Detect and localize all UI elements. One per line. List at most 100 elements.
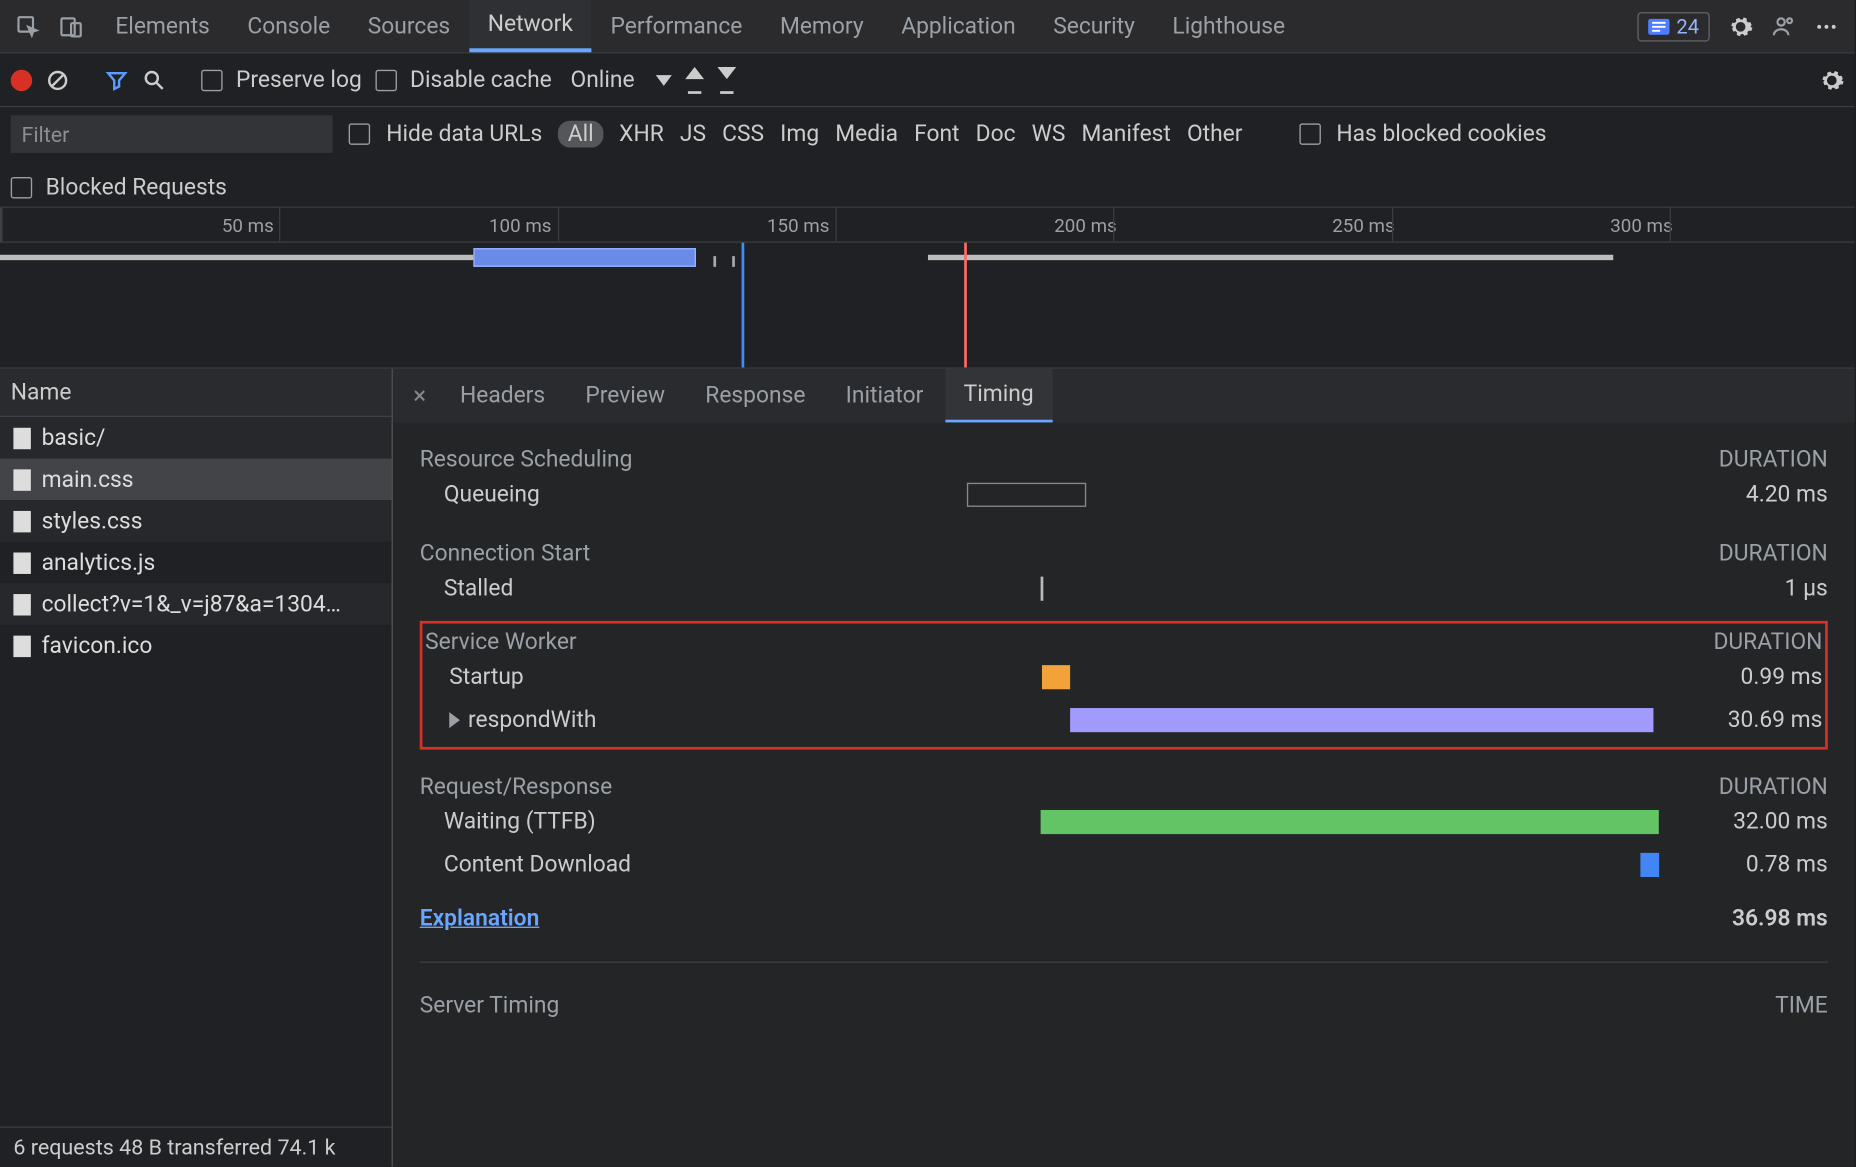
overview-timeline[interactable]: 50 ms 100 ms 150 ms 200 ms 250 ms 300 ms [0,208,1855,369]
request-response-heading: Request/Response [420,774,613,801]
tab-application[interactable]: Application [882,0,1034,52]
clear-icon[interactable] [46,68,70,92]
waiting-value: 32.00 ms [1667,809,1828,836]
blocked-requests-checkbox[interactable] [11,177,32,198]
throttling-select[interactable]: Online [571,66,673,93]
connection-start-heading: Connection Start [420,540,590,567]
download-label: Content Download [420,852,728,879]
requests-header[interactable]: Name [0,369,392,417]
disable-cache-checkbox[interactable] [375,69,396,90]
close-icon[interactable]: × [401,382,439,410]
tab-performance[interactable]: Performance [592,0,761,52]
throttling-value: Online [571,66,635,93]
tab-elements[interactable]: Elements [97,0,229,52]
file-icon [13,635,30,656]
download-value: 0.78 ms [1667,852,1828,879]
timing-row-download: Content Download 0.78 ms [420,843,1828,886]
service-worker-heading: Service Worker [425,629,577,656]
timing-row-queueing: Queueing 4.20 ms [420,473,1828,516]
detail-tab-response[interactable]: Response [687,369,825,423]
timing-row-respondwith[interactable]: respondWith 30.69 ms [425,699,1822,742]
filter-type-js[interactable]: JS [680,121,706,148]
stalled-label: Stalled [420,575,728,602]
device-toggle-icon[interactable] [59,14,83,38]
console-errors-badge[interactable]: 24 [1638,11,1710,41]
filter-type-css[interactable]: CSS [722,121,764,148]
hide-data-urls-label: Hide data URLs [386,121,542,148]
filter-type-xhr[interactable]: XHR [619,121,664,148]
timing-row-startup: Startup 0.99 ms [425,656,1822,699]
chevron-down-icon [656,74,672,85]
filter-type-font[interactable]: Font [914,121,959,148]
file-icon [13,593,30,614]
filter-type-media[interactable]: Media [835,121,898,148]
upload-icon[interactable] [686,66,705,93]
tick-label: 300 ms [1610,216,1672,237]
request-name: main.css [42,466,134,493]
account-icon[interactable] [1771,14,1795,38]
service-worker-highlight: Service Worker DURATION Startup 0.99 ms … [420,621,1828,750]
hide-data-urls-checkbox[interactable] [349,123,370,144]
detail-tab-timing[interactable]: Timing [945,369,1053,423]
search-icon[interactable] [142,68,166,92]
detail-tab-preview[interactable]: Preview [567,369,684,423]
request-name: basic/ [42,424,106,451]
startup-label: Startup [425,664,733,691]
filter-type-ws[interactable]: WS [1032,121,1066,148]
preserve-log-checkbox[interactable] [201,69,222,90]
detail-tab-headers[interactable]: Headers [441,369,564,423]
tab-console[interactable]: Console [229,0,349,52]
blocked-cookies-label: Has blocked cookies [1336,121,1546,148]
settings-icon[interactable] [1729,14,1753,38]
devtools-tabstrip: Elements Console Sources Network Perform… [0,0,1855,54]
queueing-label: Queueing [420,481,728,508]
duration-heading: DURATION [1719,774,1828,801]
detail-tab-initiator[interactable]: Initiator [827,369,942,423]
server-timing-heading: Server Timing [420,992,560,1019]
badge-count: 24 [1676,14,1699,38]
tab-lighthouse[interactable]: Lighthouse [1154,0,1304,52]
filter-type-other[interactable]: Other [1187,121,1243,148]
tab-memory[interactable]: Memory [761,0,882,52]
more-icon[interactable] [1814,14,1838,38]
time-heading: TIME [1775,992,1828,1019]
file-icon [13,469,30,490]
request-row[interactable]: main.css [0,459,392,501]
timing-row-stalled: Stalled 1 µs [420,567,1828,610]
request-row[interactable]: styles.css [0,500,392,542]
filter-icon[interactable] [105,68,129,92]
duration-heading: DURATION [1713,629,1822,656]
blocked-requests-label: Blocked Requests [46,174,227,201]
download-icon[interactable] [718,66,737,93]
network-settings-icon[interactable] [1820,68,1844,92]
waiting-label: Waiting (TTFB) [420,809,728,836]
detail-tabstrip: × Headers Preview Response Initiator Tim… [393,369,1855,423]
explanation-link[interactable]: Explanation [420,905,540,932]
tab-security[interactable]: Security [1034,0,1153,52]
request-row[interactable]: analytics.js [0,542,392,584]
timing-row-waiting: Waiting (TTFB) 32.00 ms [420,801,1828,844]
tab-sources[interactable]: Sources [349,0,469,52]
filter-type-doc[interactable]: Doc [976,121,1016,148]
tick-label: 200 ms [1054,216,1116,237]
record-button[interactable] [11,69,32,90]
request-row[interactable]: basic/ [0,417,392,459]
tab-network[interactable]: Network [469,0,592,52]
file-icon [13,510,30,531]
inspect-icon[interactable] [16,14,40,38]
blocked-cookies-checkbox[interactable] [1299,123,1320,144]
tick-label: 50 ms [222,216,274,237]
filter-type-all[interactable]: All [558,121,603,148]
status-bar: 6 requests 48 B transferred 74.1 k [0,1126,392,1166]
tick-label: 150 ms [767,216,829,237]
request-row[interactable]: collect?v=1&_v=j87&a=1304… [0,583,392,625]
filter-type-img[interactable]: Img [780,121,819,148]
queueing-value: 4.20 ms [1667,481,1828,508]
filter-type-manifest[interactable]: Manifest [1081,121,1170,148]
request-row[interactable]: favicon.ico [0,625,392,667]
respondwith-value: 30.69 ms [1661,707,1822,734]
request-name: collect?v=1&_v=j87&a=1304… [42,591,341,618]
request-name: favicon.ico [42,632,153,659]
filter-input[interactable] [11,115,333,153]
expand-icon[interactable] [449,712,460,728]
